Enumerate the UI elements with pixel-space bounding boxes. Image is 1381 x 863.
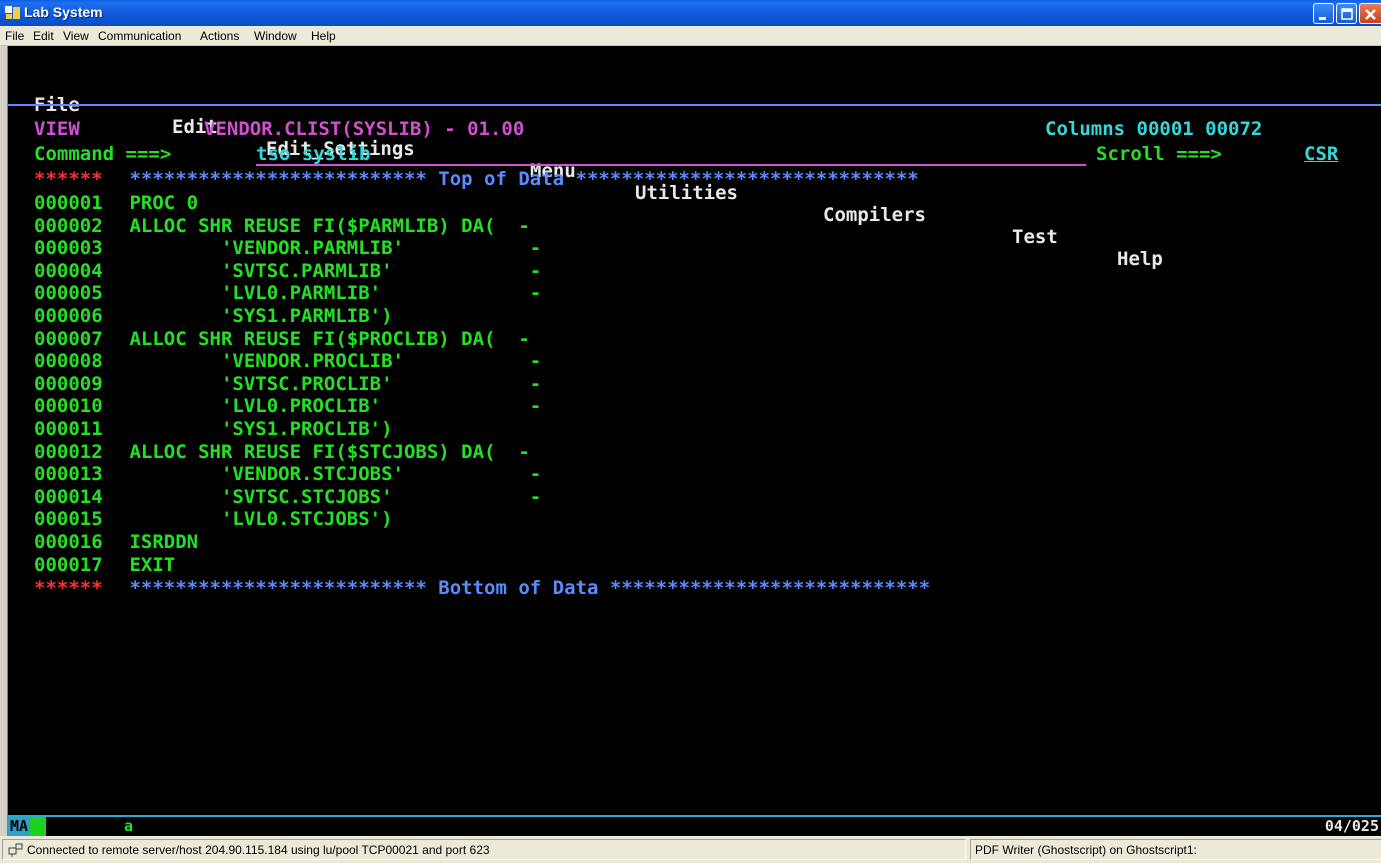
dataset-name: VENDOR.CLIST(SYSLIB) - 01.00 bbox=[204, 118, 525, 140]
window-title-bar[interactable]: Lab System bbox=[0, 0, 1381, 26]
line-number[interactable]: 000013 bbox=[34, 463, 103, 485]
line-text[interactable]: 'SYS1.PARMLIB') bbox=[118, 305, 393, 327]
maximize-button[interactable] bbox=[1336, 3, 1357, 24]
close-icon bbox=[1365, 9, 1376, 20]
columns-indicator: Columns 00001 00072 bbox=[1045, 118, 1263, 140]
oia-cursor-block bbox=[30, 817, 46, 836]
host-menu-actions[interactable]: Actions bbox=[200, 29, 239, 43]
line-text[interactable]: 'VENDOR.STCJOBS' - bbox=[118, 463, 541, 485]
host-menu-view[interactable]: View bbox=[63, 29, 89, 43]
action-compilers[interactable]: Compilers bbox=[823, 204, 926, 226]
line-number[interactable]: 000001 bbox=[34, 192, 103, 214]
host-menu-help[interactable]: Help bbox=[311, 29, 336, 43]
line-text[interactable]: 'LVL0.PARMLIB' - bbox=[118, 282, 541, 304]
minimize-icon bbox=[1319, 17, 1326, 20]
maximize-icon bbox=[1341, 8, 1353, 20]
line-number[interactable]: 000011 bbox=[34, 418, 103, 440]
action-bar-divider bbox=[8, 104, 1381, 106]
line-text[interactable]: 'VENDOR.PROCLIB' - bbox=[118, 350, 541, 372]
scroll-label: Scroll ===> bbox=[1096, 143, 1222, 165]
host-menu-file[interactable]: File bbox=[5, 29, 24, 43]
line-text[interactable]: 'SVTSC.STCJOBS' - bbox=[118, 486, 541, 508]
minimize-button[interactable] bbox=[1313, 3, 1334, 24]
line-text[interactable]: 'LVL0.PROCLIB' - bbox=[118, 395, 541, 417]
line-number[interactable]: 000012 bbox=[34, 441, 103, 463]
printer-status: PDF Writer (Ghostscript) on Ghostscript1… bbox=[975, 843, 1197, 857]
line-text[interactable]: 'LVL0.STCJOBS') bbox=[118, 508, 393, 530]
top-marker-prefix: ****** bbox=[34, 168, 103, 190]
close-button[interactable] bbox=[1359, 3, 1381, 24]
connection-panel: Connected to remote server/host 204.90.1… bbox=[2, 839, 966, 860]
terminal-screen[interactable]: File Edit Edit_Settings Menu Utilities C… bbox=[8, 46, 1381, 815]
view-mode: VIEW bbox=[34, 118, 80, 140]
connection-status: Connected to remote server/host 204.90.1… bbox=[27, 843, 490, 857]
top-of-data: ************************** Top of Data *… bbox=[118, 168, 919, 190]
oia-indicator: MA bbox=[8, 817, 30, 836]
command-input[interactable]: tso syslib bbox=[256, 143, 370, 165]
bottom-marker-prefix: ****** bbox=[34, 577, 103, 599]
bottom-of-data: ************************** Bottom of Dat… bbox=[118, 577, 931, 599]
line-number[interactable]: 000004 bbox=[34, 260, 103, 282]
line-text[interactable]: 'SVTSC.PARMLIB' - bbox=[118, 260, 541, 282]
host-menu-bar: File Edit View Communication Actions Win… bbox=[0, 26, 1381, 46]
line-number[interactable]: 000005 bbox=[34, 282, 103, 304]
host-menu-window[interactable]: Window bbox=[254, 29, 297, 43]
window-left-border bbox=[0, 46, 8, 836]
oia-session-id: a bbox=[124, 817, 134, 835]
line-number[interactable]: 000010 bbox=[34, 395, 103, 417]
operator-info-area: MA a 04/025 bbox=[8, 815, 1381, 836]
status-bar: Connected to remote server/host 204.90.1… bbox=[0, 836, 1381, 863]
line-number[interactable]: 000002 bbox=[34, 215, 103, 237]
host-menu-communication[interactable]: Communication bbox=[98, 29, 181, 43]
line-text[interactable]: 'VENDOR.PARMLIB' - bbox=[118, 237, 541, 259]
app-icon bbox=[5, 6, 20, 19]
line-number[interactable]: 000014 bbox=[34, 486, 103, 508]
line-number[interactable]: 000017 bbox=[34, 554, 103, 576]
line-text[interactable]: ALLOC SHR REUSE FI($PROCLIB) DA( - bbox=[118, 328, 529, 350]
line-number[interactable]: 000008 bbox=[34, 350, 103, 372]
line-number[interactable]: 000009 bbox=[34, 373, 103, 395]
scroll-input[interactable]: CSR bbox=[1304, 143, 1338, 165]
command-input-underline bbox=[256, 164, 1086, 166]
network-connection-icon bbox=[8, 843, 23, 857]
ispf-action-bar: File Edit Edit_Settings Menu Utilities C… bbox=[34, 72, 1163, 270]
printer-panel: PDF Writer (Ghostscript) on Ghostscript1… bbox=[970, 839, 1381, 860]
line-text[interactable]: ISRDDN bbox=[118, 531, 198, 553]
line-number[interactable]: 000006 bbox=[34, 305, 103, 327]
line-text[interactable]: PROC 0 bbox=[118, 192, 198, 214]
line-number[interactable]: 000016 bbox=[34, 531, 103, 553]
line-text[interactable]: ALLOC SHR REUSE FI($STCJOBS) DA( - bbox=[118, 441, 529, 463]
window-title: Lab System bbox=[24, 4, 103, 20]
line-text[interactable]: 'SVTSC.PROCLIB' - bbox=[118, 373, 541, 395]
line-number[interactable]: 000003 bbox=[34, 237, 103, 259]
cursor-position: 04/025 bbox=[1324, 817, 1379, 835]
host-menu-edit[interactable]: Edit bbox=[33, 29, 54, 43]
line-text[interactable]: ALLOC SHR REUSE FI($PARMLIB) DA( - bbox=[118, 215, 529, 237]
action-help[interactable]: Help bbox=[1117, 248, 1163, 270]
action-test[interactable]: Test bbox=[1012, 226, 1058, 248]
command-label: Command ===> bbox=[34, 143, 172, 165]
line-text[interactable]: 'SYS1.PROCLIB') bbox=[118, 418, 393, 440]
line-text[interactable]: EXIT bbox=[118, 554, 175, 576]
line-number[interactable]: 000015 bbox=[34, 508, 103, 530]
line-number[interactable]: 000007 bbox=[34, 328, 103, 350]
